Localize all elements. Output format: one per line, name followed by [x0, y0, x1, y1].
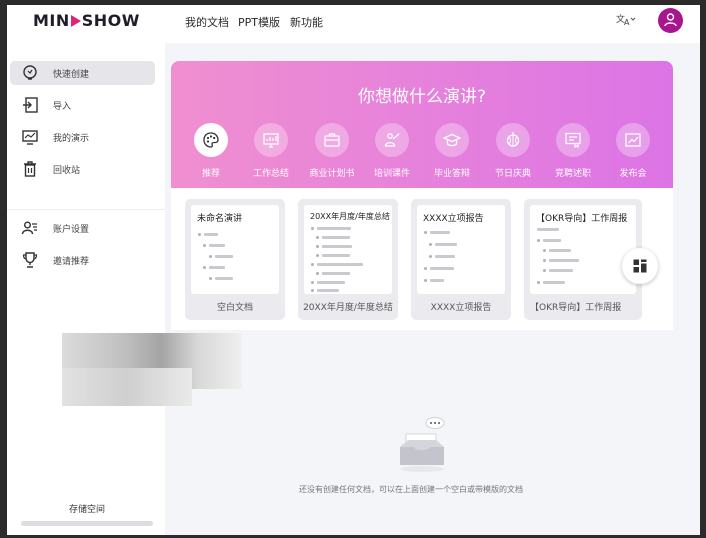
sidebar-item-label: 邀请推荐 [53, 257, 90, 267]
svg-text:A: A [624, 18, 630, 26]
template-preview: 未命名演讲 [191, 205, 279, 294]
nav-new-features[interactable]: 新功能 [290, 14, 323, 30]
category-label: 培训课件 [373, 169, 410, 179]
grid-view-icon [633, 259, 647, 273]
category-training[interactable]: 培训课件 [361, 123, 423, 185]
sidebar-item-label: 我的演示 [53, 134, 90, 144]
trophy-icon [22, 252, 38, 268]
empty-state-text: 还没有创建任何文档，可以在上面创建一个空白或带模版的文档 [299, 485, 523, 494]
sidebar: 快速创建 导入 我的演示 回收站 账户设置 邀请推荐 存储空间 [7, 43, 165, 535]
logo-text-start: MIN [33, 11, 70, 30]
sidebar-item-quick-create[interactable]: 快速创建 [10, 61, 155, 85]
empty-inbox-icon [400, 417, 445, 472]
template-card-list: 未命名演讲 空白文档 20XX年月度/年度总结 20XX年月度/年度总结 XXX… [171, 188, 673, 330]
template-preview-title: 20XX年月度/年度总结 [310, 212, 390, 221]
lantern-icon [506, 132, 520, 147]
template-card-project-report[interactable]: XXXX立项报告 XXXX立项报告 [411, 199, 511, 320]
logo[interactable]: MIN SHOW [33, 11, 140, 30]
palette-icon [203, 132, 219, 148]
category-label: 节日庆典 [494, 169, 531, 179]
avatar[interactable] [658, 8, 683, 33]
sidebar-divider [7, 209, 165, 210]
template-preview-title: XXXX立项报告 [423, 214, 484, 224]
sidebar-item-account-settings[interactable]: 账户设置 [10, 216, 155, 240]
chart-board-icon [263, 133, 279, 148]
play-icon [70, 15, 81, 27]
user-icon [664, 13, 677, 27]
pixelated-region [62, 368, 192, 406]
graduation-cap-icon [443, 133, 461, 147]
template-preview: 【OKR导向】工作周报 [530, 205, 636, 294]
app-window: MIN SHOW 我的文档 PPT模版 新功能 文 A 快速创建 导入 我的演示… [7, 5, 700, 535]
account-icon [21, 221, 37, 235]
storage-bar [21, 521, 153, 526]
sidebar-item-invite[interactable]: 邀请推荐 [10, 248, 155, 272]
category-festival[interactable]: 节日庆典 [482, 123, 544, 185]
template-preview: 20XX年月度/年度总结 [304, 205, 392, 294]
launch-chart-icon [625, 133, 641, 147]
sidebar-item-my-presentations[interactable]: 我的演示 [10, 125, 155, 149]
teacher-icon [384, 133, 400, 147]
category-label: 工作总结 [252, 169, 289, 179]
category-label: 发布会 [619, 169, 647, 179]
template-preview: XXXX立项报告 [417, 205, 505, 294]
briefcase-icon [324, 133, 340, 147]
sidebar-item-label: 回收站 [53, 166, 81, 176]
template-card-label: XXXX立项报告 [430, 303, 492, 313]
template-card-label: 【OKR导向】工作周报 [530, 303, 622, 313]
category-label: 推荐 [201, 169, 220, 179]
template-category-banner: 你想做什么演讲? 推荐 工作总结 商业计划书 培训课件 毕业答辩 节日庆典 竞聘… [171, 61, 673, 188]
nav-ppt-templates[interactable]: PPT模版 [238, 14, 280, 30]
category-label: 商业计划书 [309, 169, 355, 179]
category-launch-event[interactable]: 发布会 [602, 123, 664, 185]
template-preview-title: 未命名演讲 [197, 214, 243, 224]
category-recommend[interactable]: 推荐 [180, 123, 242, 185]
certificate-icon [565, 132, 581, 149]
category-job-report[interactable]: 竞聘述职 [542, 123, 604, 185]
category-business-plan[interactable]: 商业计划书 [301, 123, 363, 185]
view-switch-button[interactable] [622, 248, 658, 284]
presentation-icon [22, 130, 38, 145]
sidebar-item-import[interactable]: 导入 [10, 93, 155, 117]
template-card-label: 20XX年月度/年度总结 [303, 303, 393, 313]
category-work-summary[interactable]: 工作总结 [240, 123, 302, 185]
category-label: 竞聘述职 [554, 169, 591, 179]
template-card-label: 空白文档 [216, 303, 253, 313]
nav-my-documents[interactable]: 我的文档 [185, 14, 229, 30]
hero-title: 你想做什么演讲? [357, 87, 487, 107]
template-card-blank[interactable]: 未命名演讲 空白文档 [185, 199, 285, 320]
template-card-annual-summary[interactable]: 20XX年月度/年度总结 20XX年月度/年度总结 [298, 199, 398, 320]
sidebar-item-label: 快速创建 [53, 70, 90, 80]
idea-icon [23, 65, 37, 80]
storage-label: 存储空间 [69, 505, 106, 515]
sidebar-item-recycle-bin[interactable]: 回收站 [10, 157, 155, 181]
translate-icon[interactable]: 文 A [616, 12, 636, 29]
category-label: 毕业答辩 [433, 169, 470, 179]
sidebar-item-label: 导入 [53, 102, 72, 112]
import-icon [23, 97, 38, 113]
template-preview-title: 【OKR导向】工作周报 [536, 214, 628, 224]
trash-icon [24, 161, 36, 177]
top-bar: MIN SHOW 我的文档 PPT模版 新功能 文 A [7, 5, 700, 43]
category-graduation[interactable]: 毕业答辩 [421, 123, 483, 185]
logo-text-end: SHOW [81, 11, 140, 30]
sidebar-item-label: 账户设置 [53, 225, 90, 235]
